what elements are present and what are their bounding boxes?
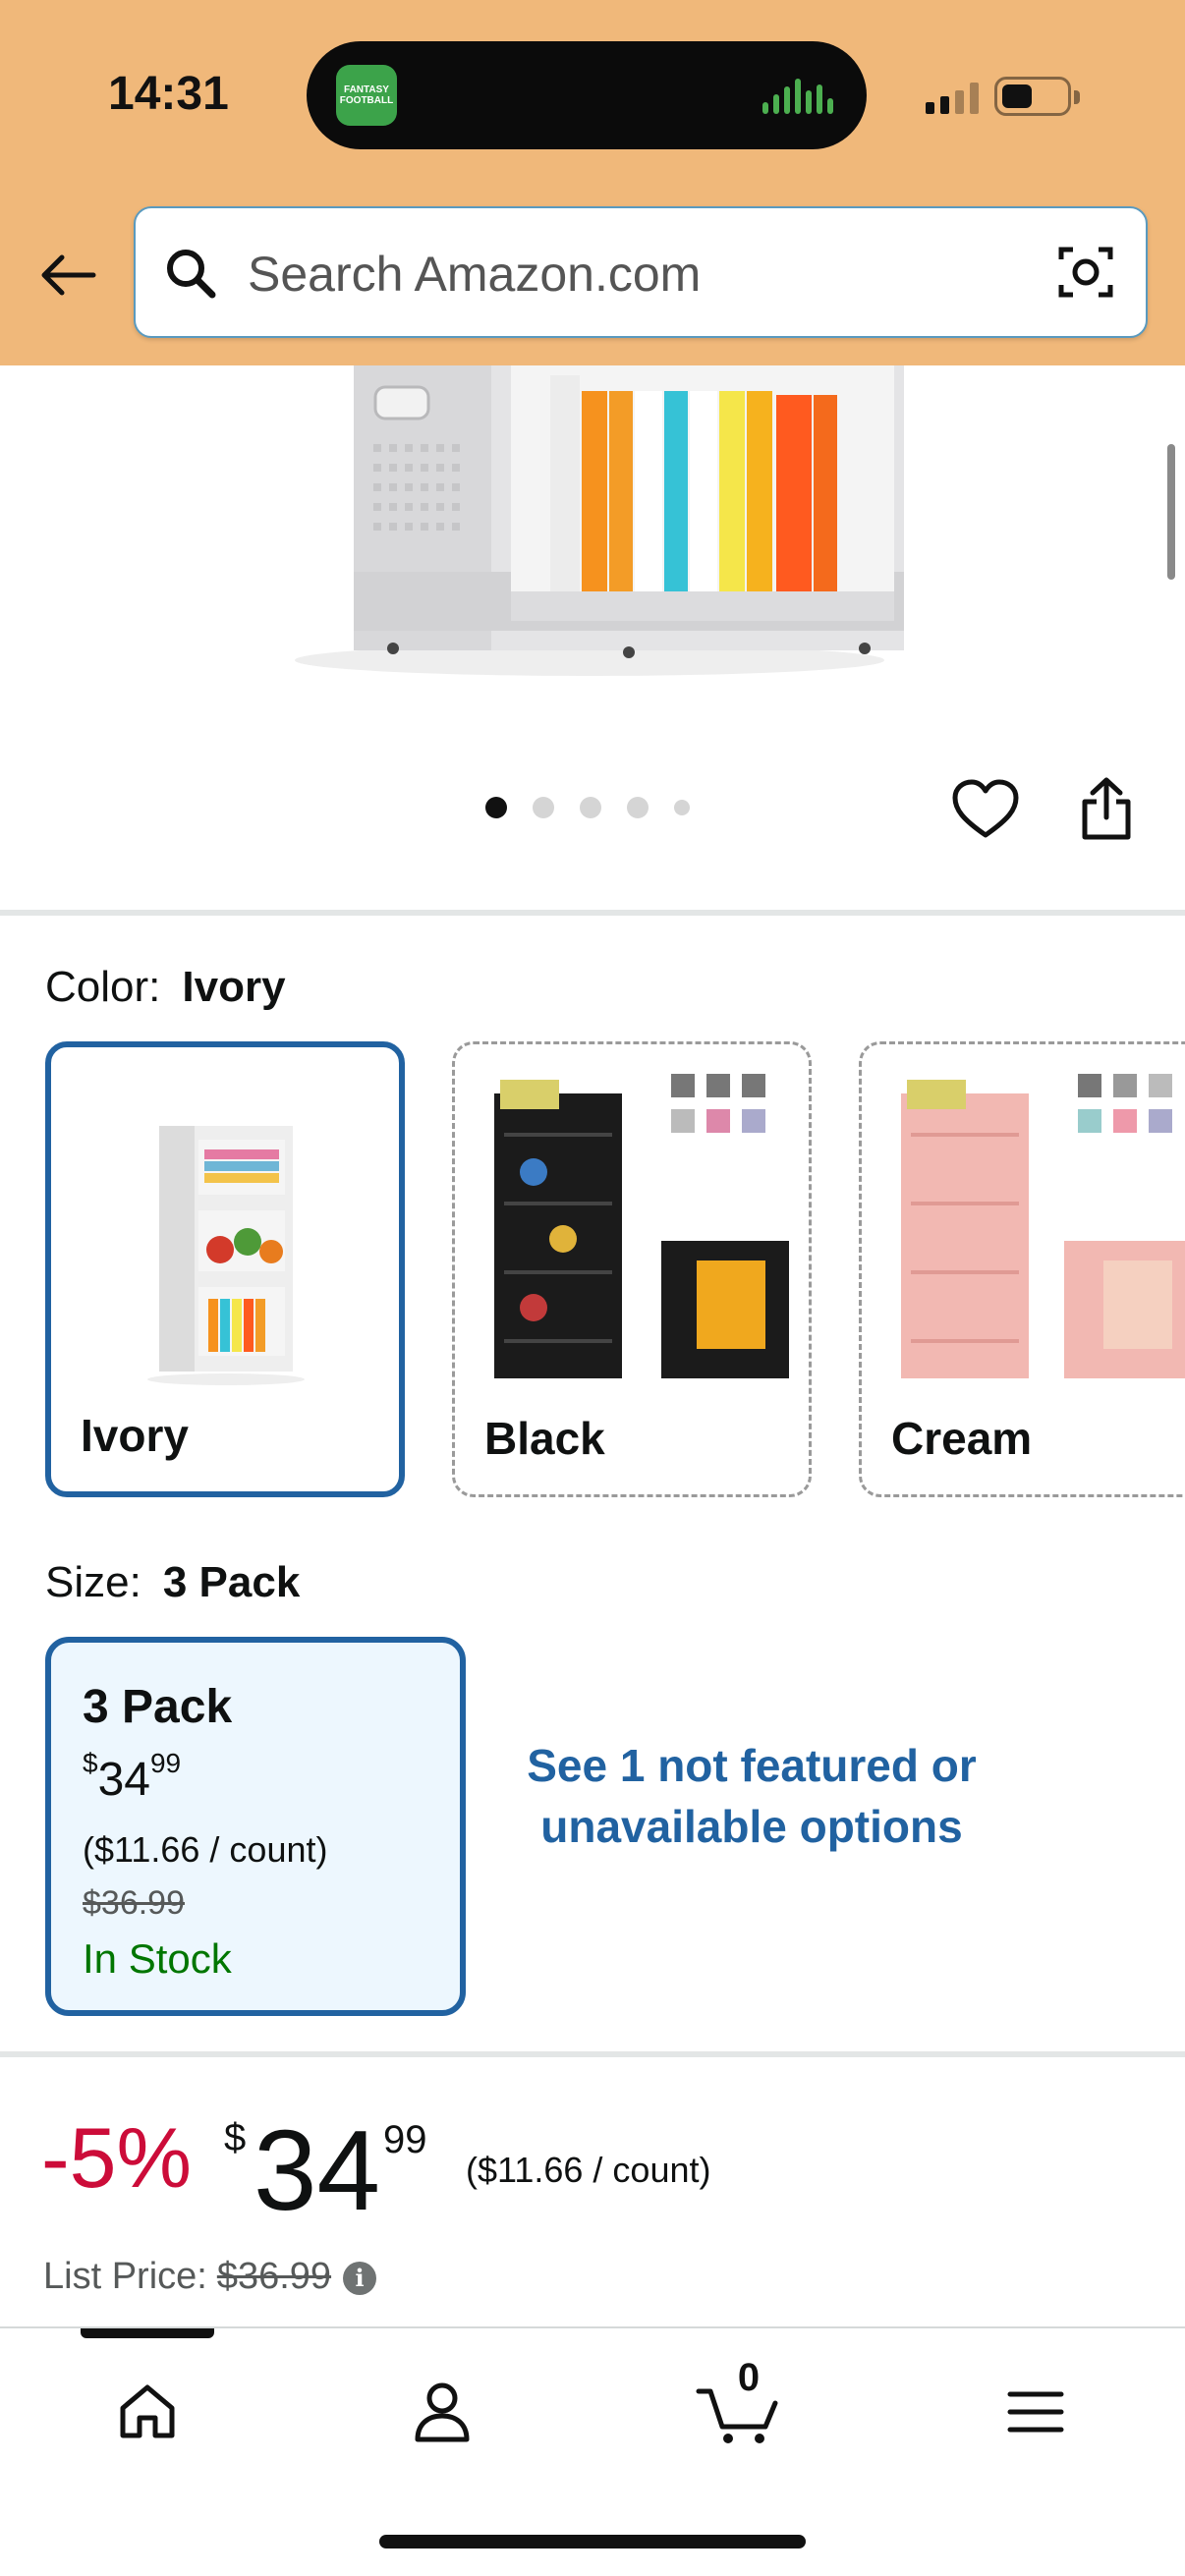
color-label: Color: Ivory [45,963,286,1011]
search-input[interactable]: Search Amazon.com [134,206,1148,338]
pagination-dot[interactable] [580,797,601,818]
size-option-3-pack[interactable]: 3 Pack $3499 ($11.66 / count) $36.99 In … [45,1637,466,2016]
scroll-indicator[interactable] [1167,444,1175,580]
audio-activity-icon [762,79,833,114]
swatch-label: Cream [891,1413,1033,1464]
info-icon[interactable]: i [343,2261,377,2295]
size-option-stock-status: In Stock [83,1935,232,1982]
home-icon[interactable] [88,2368,206,2456]
selected-color-value: Ivory [182,963,286,1011]
share-icon[interactable] [1077,776,1136,846]
image-pagination-dots[interactable] [485,797,690,818]
see-unavailable-options-link[interactable]: See 1 not featured or unavailable option… [511,1735,992,1857]
search-icon [163,246,218,306]
battery-icon [994,77,1071,116]
list-price-value: $36.99 [216,2256,332,2297]
swatch-label: Black [484,1413,605,1464]
color-swatch-black[interactable]: Black [452,1041,812,1497]
status-time: 14:31 [108,68,229,120]
nav-active-indicator [81,2328,214,2338]
pagination-dot[interactable] [627,797,649,818]
section-divider [0,910,1185,916]
cream-swatch-image [881,1064,1185,1388]
size-option-was-price: $36.99 [83,1884,185,1922]
back-arrow-icon[interactable] [33,246,102,305]
cart-count-badge: 0 [737,2356,761,2399]
size-option-name: 3 Pack [83,1681,233,1733]
cell-signal-icon [926,83,979,114]
black-swatch-image [475,1064,789,1388]
pagination-dot[interactable] [485,797,507,818]
menu-icon[interactable] [977,2368,1095,2456]
product-image[interactable] [265,365,914,680]
section-divider [0,2051,1185,2057]
color-swatch-cream[interactable]: Cream [859,1041,1185,1497]
pagination-dot[interactable] [533,797,554,818]
home-indicator[interactable] [379,2535,806,2548]
search-placeholder: Search Amazon.com [248,247,702,302]
battery-cap [1074,90,1080,104]
ivory-swatch-image [71,1067,379,1391]
wishlist-heart-icon[interactable] [951,778,1020,846]
color-swatch-ivory[interactable]: Ivory [45,1041,405,1497]
fantasy-football-app-icon: FANTASY FOOTBALL [336,65,397,126]
camera-search-icon[interactable] [1055,242,1116,308]
size-option-price: $3499 [83,1748,182,1806]
list-price: List Price: $36.99 i [43,2256,377,2298]
dynamic-island[interactable]: FANTASY FOOTBALL [307,41,867,149]
pagination-dot[interactable] [674,800,690,815]
unit-price: ($11.66 / count) [466,2150,711,2190]
account-icon[interactable] [383,2368,501,2456]
selected-size-value: 3 Pack [162,1558,301,1606]
size-option-unit-price: ($11.66 / count) [83,1829,328,1870]
discount-percent: -5% [41,2111,192,2206]
swatch-label: Ivory [81,1410,189,1461]
size-label: Size: 3 Pack [45,1558,301,1606]
